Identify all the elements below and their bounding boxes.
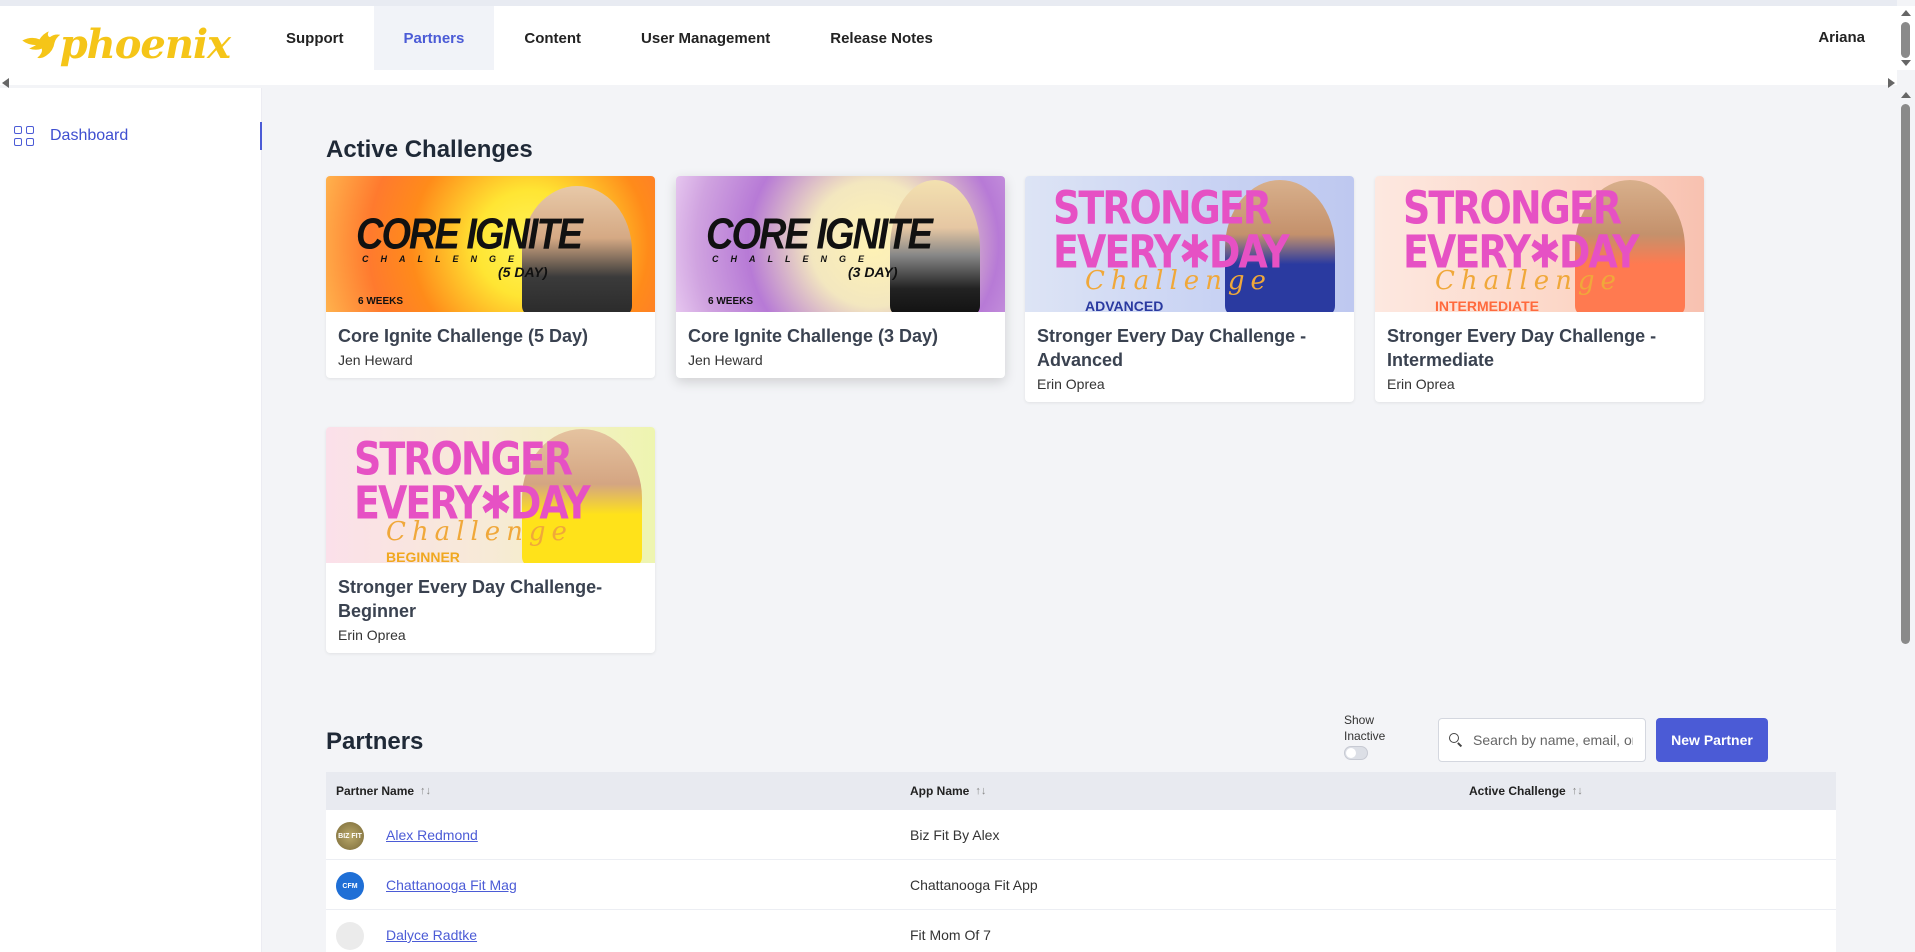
partner-avatar	[336, 922, 364, 950]
table-row: BIZ FIT Alex Redmond Biz Fit By Alex	[326, 810, 1836, 860]
challenge-image: STRONGER EVERY✱DAY Challenge ADVANCED	[1025, 176, 1354, 312]
image-weeks-text: 6 WEEKS	[358, 296, 404, 307]
dashboard-grid-icon	[14, 126, 34, 146]
scroll-up-arrow-icon[interactable]	[1901, 92, 1911, 98]
challenge-author: Erin Oprea	[338, 627, 406, 643]
partner-search[interactable]	[1438, 718, 1646, 762]
partners-table: Partner Name ↑↓ App Name ↑↓ Active Challen…	[326, 772, 1836, 952]
toggle-knob	[1346, 748, 1356, 758]
image-title-text: CORE IGNITE	[356, 210, 583, 260]
sidebar-item-dashboard[interactable]: Dashboard	[0, 122, 262, 150]
show-inactive-label: Show Inactive	[1344, 713, 1386, 743]
table-header: Partner Name ↑↓ App Name ↑↓ Active Challen…	[326, 772, 1836, 810]
challenge-title: Core Ignite Challenge (5 Day)	[338, 326, 589, 346]
horizontal-scrollbar[interactable]	[0, 78, 1897, 90]
column-label: App Name	[910, 784, 970, 798]
scroll-down-arrow-icon[interactable]	[1901, 60, 1911, 66]
nav-content[interactable]: Content	[494, 6, 611, 70]
partners-heading: Partners	[326, 728, 424, 755]
challenge-image: CORE IGNITE CHALLENGE (5 DAY) 6 WEEKS	[326, 176, 655, 312]
column-label: Active Challenge	[1469, 784, 1566, 798]
image-subtitle-text: Challenge	[1085, 266, 1272, 296]
challenge-title: Stronger Every Day Challenge - Intermedi…	[1387, 326, 1657, 370]
image-days-text: (5 DAY)	[498, 264, 548, 280]
nav-partners[interactable]: Partners	[373, 6, 495, 70]
sidebar-item-label: Dashboard	[50, 127, 129, 144]
nav-release-notes[interactable]: Release Notes	[800, 6, 963, 70]
column-label: Partner Name	[336, 784, 415, 798]
scroll-up-arrow-icon[interactable]	[1901, 10, 1911, 16]
image-days-text: (3 DAY)	[848, 264, 898, 280]
challenge-author: Jen Heward	[338, 352, 413, 368]
phoenix-logo[interactable]: phoenix	[20, 14, 231, 74]
table-row: CFM Chattanooga Fit Mag Chattanooga Fit …	[326, 860, 1836, 910]
challenge-card[interactable]: CORE IGNITE CHALLENGE (3 DAY) 6 WEEKS Co…	[676, 176, 1005, 378]
image-level-text: BEGINNER	[386, 549, 460, 563]
column-header-active-challenge[interactable]: Active Challenge ↑↓	[1469, 784, 1583, 798]
scroll-left-arrow-icon[interactable]	[2, 78, 9, 88]
partners-toolbar: Partners Show Inactive New Partner	[326, 713, 1836, 764]
sidebar: Dashboard	[0, 88, 262, 952]
sort-icon: ↑↓	[975, 785, 987, 797]
image-subtitle-text: Challenge	[1435, 266, 1622, 296]
sort-icon: ↑↓	[1571, 785, 1583, 797]
scrollbar-thumb[interactable]	[1901, 22, 1910, 58]
scrollbar-thumb[interactable]	[1901, 104, 1910, 644]
top-navigation-bar: phoenix Support Partners Content User Ma…	[0, 0, 1897, 88]
brand-wordmark: phoenix	[59, 20, 231, 68]
main-vertical-scrollbar[interactable]	[1897, 88, 1915, 952]
show-inactive-toggle[interactable]	[1344, 746, 1368, 760]
active-indicator	[260, 122, 262, 150]
challenge-image: STRONGER EVERY✱DAY Challenge INTERMEDIAT…	[1375, 176, 1704, 312]
partner-avatar: CFM	[336, 872, 364, 900]
challenge-image: CORE IGNITE CHALLENGE (3 DAY) 6 WEEKS	[676, 176, 1005, 312]
new-partner-button[interactable]: New Partner	[1656, 718, 1768, 762]
app-name: Fit Mom Of 7	[910, 927, 991, 943]
search-input[interactable]	[1473, 732, 1633, 748]
app-name: Biz Fit By Alex	[910, 827, 1000, 843]
app-name: Chattanooga Fit App	[910, 877, 1038, 893]
column-header-partner-name[interactable]: Partner Name ↑↓	[336, 784, 431, 798]
challenge-card[interactable]: CORE IGNITE CHALLENGE (5 DAY) 6 WEEKS Co…	[326, 176, 655, 378]
challenge-author: Erin Oprea	[1387, 376, 1455, 392]
table-row: Dalyce Radtke Fit Mom Of 7	[326, 910, 1836, 952]
image-weeks-text: 6 WEEKS	[708, 296, 754, 307]
challenge-title: Stronger Every Day Challenge - Advanced	[1037, 326, 1307, 370]
challenge-title: Stronger Every Day Challenge- Beginner	[338, 577, 603, 621]
scroll-right-arrow-icon[interactable]	[1888, 78, 1895, 88]
challenge-image: STRONGER EVERY✱DAY Challenge BEGINNER	[326, 427, 655, 563]
challenge-card[interactable]: STRONGER EVERY✱DAY Challenge BEGINNER St…	[326, 427, 655, 653]
image-level-text: INTERMEDIATE	[1435, 298, 1539, 312]
sort-icon: ↑↓	[420, 785, 432, 797]
nav-vertical-scrollbar[interactable]	[1897, 6, 1915, 70]
image-subtitle-text: CHALLENGE	[362, 254, 526, 264]
image-subtitle-text: Challenge	[386, 517, 573, 547]
challenge-card[interactable]: STRONGER EVERY✱DAY Challenge ADVANCED St…	[1025, 176, 1354, 402]
image-subtitle-text: CHALLENGE	[712, 254, 876, 264]
challenge-title: Core Ignite Challenge (3 Day)	[688, 326, 939, 346]
nav-user-management[interactable]: User Management	[611, 6, 800, 70]
challenge-card[interactable]: STRONGER EVERY✱DAY Challenge INTERMEDIAT…	[1375, 176, 1704, 402]
partner-name-link[interactable]: Chattanooga Fit Mag	[386, 877, 517, 893]
challenge-author: Erin Oprea	[1037, 376, 1105, 392]
partner-avatar: BIZ FIT	[336, 822, 364, 850]
phoenix-bird-icon	[22, 31, 61, 59]
column-header-app-name[interactable]: App Name ↑↓	[910, 784, 986, 798]
partner-name-link[interactable]: Alex Redmond	[386, 827, 478, 843]
nav-support[interactable]: Support	[256, 6, 374, 70]
search-icon	[1449, 733, 1463, 747]
image-level-text: ADVANCED	[1085, 298, 1164, 312]
partner-name-link[interactable]: Dalyce Radtke	[386, 927, 477, 943]
active-challenges-heading: Active Challenges	[326, 136, 533, 163]
challenge-author: Jen Heward	[688, 352, 763, 368]
main-nav: Support Partners Content User Management…	[256, 6, 963, 70]
image-title-text: CORE IGNITE	[706, 210, 933, 260]
user-menu[interactable]: Ariana	[1818, 29, 1865, 46]
